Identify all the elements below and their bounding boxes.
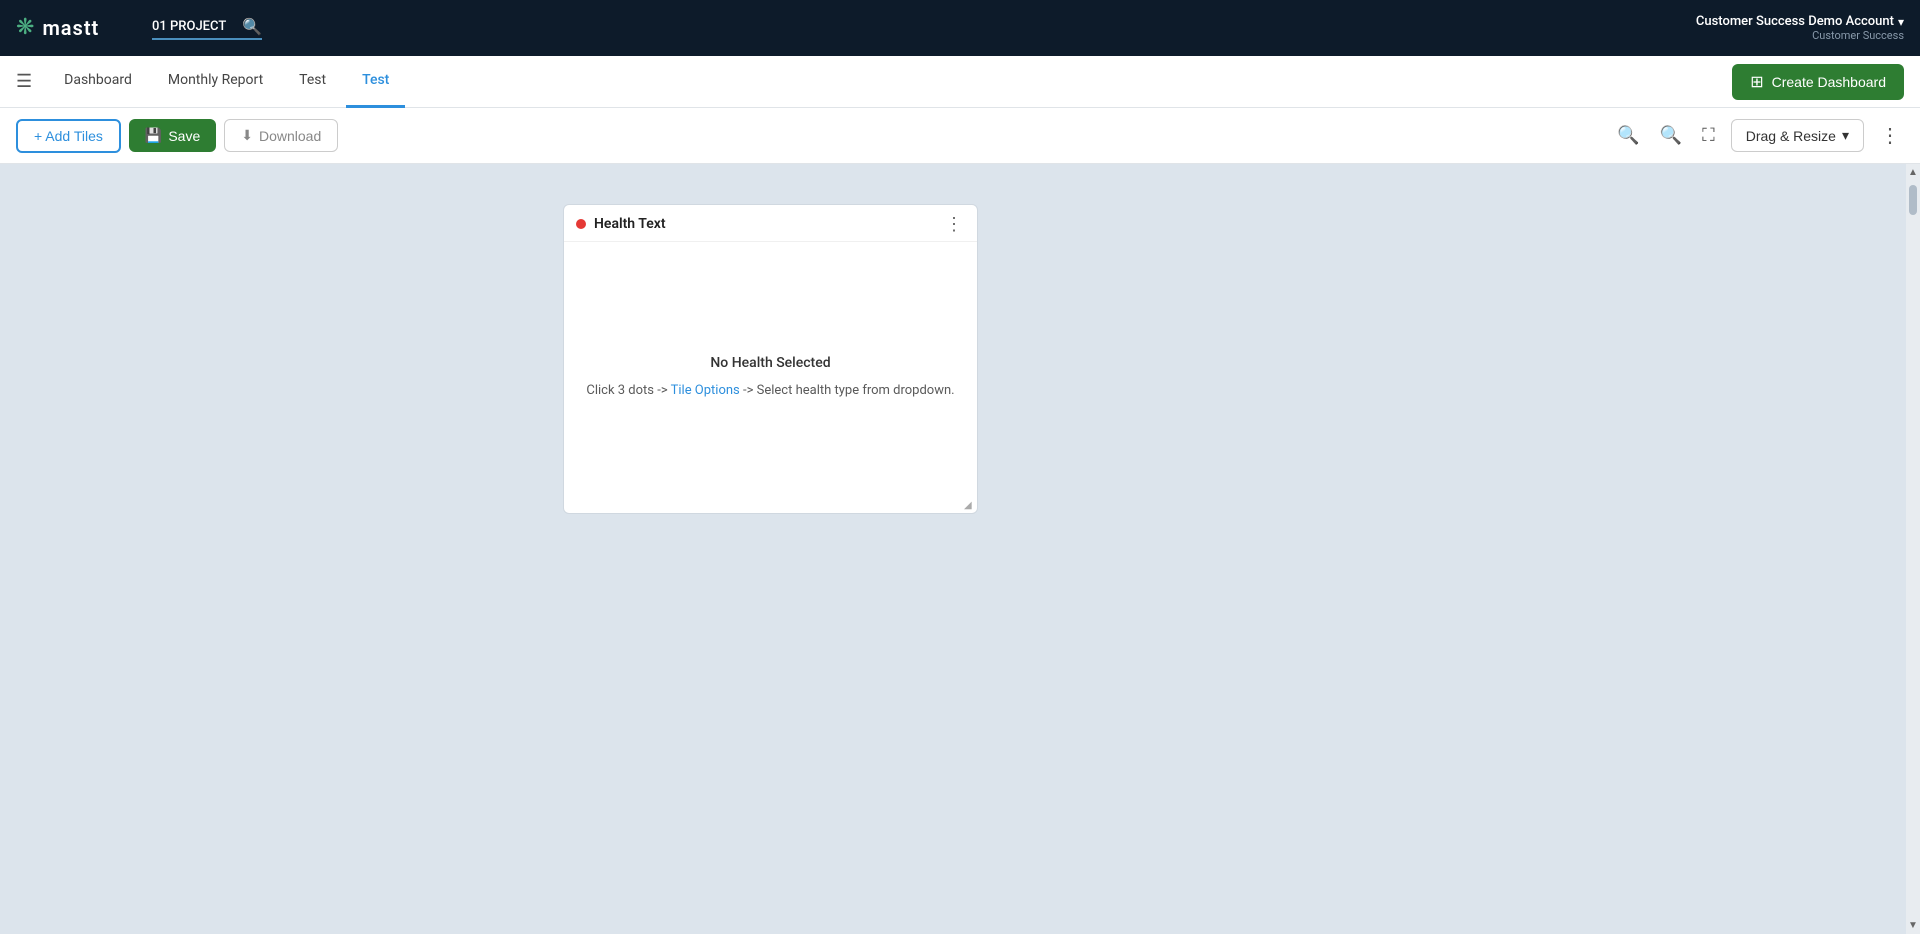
more-options-button[interactable]: ⋮ [1876, 119, 1904, 152]
menu-icon[interactable]: ☰ [16, 71, 32, 92]
tile-instruction: Click 3 dots -> Tile Options -> Select h… [586, 381, 954, 401]
main-canvas: Health Text ⋮ No Health Selected Click 3… [0, 164, 1920, 934]
tile-status-dot [576, 219, 586, 229]
tile-more-button[interactable]: ⋮ [943, 215, 965, 233]
tile-header: Health Text ⋮ [564, 205, 977, 242]
tab-test1[interactable]: Test [283, 56, 342, 108]
tab-dashboard[interactable]: Dashboard [48, 56, 148, 108]
scrollbar-right[interactable]: ▲ ▼ [1906, 164, 1920, 934]
download-icon: ⬇ [241, 127, 253, 144]
chevron-down-icon: ▾ [1842, 127, 1849, 144]
zoom-in-button[interactable]: 🔍 [1613, 121, 1643, 150]
logo-text: mastt [42, 16, 99, 40]
tile-title: Health Text [594, 216, 935, 232]
zoom-out-icon: 🔍 [1660, 125, 1682, 146]
zoom-out-button[interactable]: 🔍 [1656, 121, 1686, 150]
logo-area: ❋ mastt [16, 16, 136, 40]
create-dashboard-button[interactable]: ⊞ Create Dashboard [1732, 64, 1904, 100]
toolbar-right: 🔍 🔍 ⛶ Drag & Resize ▾ ⋮ [1613, 119, 1904, 152]
toolbar: + Add Tiles 💾 Save ⬇ Download 🔍 🔍 ⛶ Drag… [0, 108, 1920, 164]
drag-resize-button[interactable]: Drag & Resize ▾ [1731, 119, 1864, 152]
tile-empty-title: No Health Selected [710, 355, 830, 371]
account-chevron-icon: ▾ [1898, 15, 1904, 29]
tab-bar: ☰ Dashboard Monthly Report Test Test ⊞ C… [0, 56, 1920, 108]
fullscreen-icon: ⛶ [1702, 125, 1715, 146]
search-icon[interactable]: 🔍 [242, 17, 262, 36]
account-sub: Customer Success [1812, 29, 1904, 42]
download-button[interactable]: ⬇ Download [224, 119, 338, 152]
add-tiles-button[interactable]: + Add Tiles [16, 119, 121, 153]
logo-icon: ❋ [16, 17, 34, 39]
health-text-tile: Health Text ⋮ No Health Selected Click 3… [563, 204, 978, 514]
tab-monthly-report[interactable]: Monthly Report [152, 56, 279, 108]
scroll-down-arrow[interactable]: ▼ [1908, 917, 1918, 934]
project-selector[interactable]: 01 PROJECT 🔍 [152, 17, 262, 40]
tab-test2[interactable]: Test [346, 56, 405, 108]
tile-resize-handle[interactable]: ◢ [964, 500, 974, 510]
account-area[interactable]: Customer Success Demo Account ▾ Customer… [1696, 14, 1904, 42]
top-nav: ❋ mastt 01 PROJECT 🔍 Customer Success De… [0, 0, 1920, 56]
scroll-thumb[interactable] [1909, 185, 1917, 215]
save-button[interactable]: 💾 Save [129, 119, 216, 152]
zoom-in-icon: 🔍 [1617, 125, 1639, 146]
scroll-up-arrow[interactable]: ▲ [1908, 164, 1918, 181]
tile-options-link: Tile Options [671, 383, 740, 398]
save-icon: 💾 [145, 127, 162, 144]
fullscreen-button[interactable]: ⛶ [1698, 121, 1719, 150]
grid-icon: ⊞ [1750, 72, 1763, 92]
project-name: 01 PROJECT [152, 19, 226, 34]
tile-body: No Health Selected Click 3 dots -> Tile … [564, 242, 977, 513]
account-name: Customer Success Demo Account [1696, 14, 1894, 29]
